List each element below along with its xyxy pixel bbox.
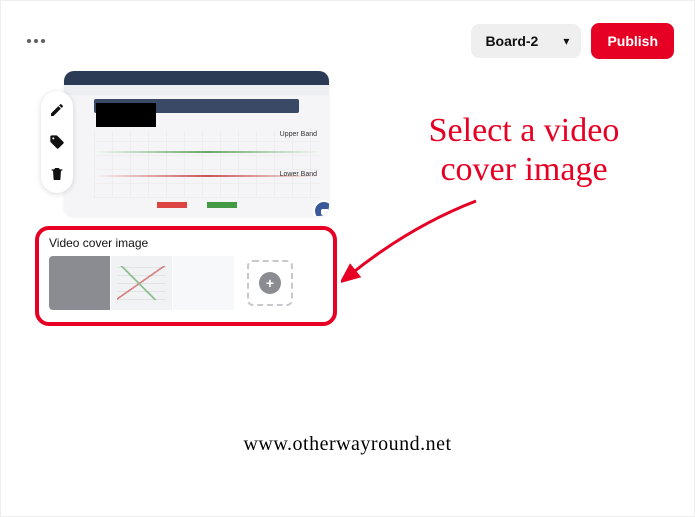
plus-icon: + (259, 272, 281, 294)
tag-button[interactable] (48, 133, 66, 151)
video-cover-label: Video cover image (49, 236, 323, 250)
topbar: Board-2 Publish (21, 21, 674, 61)
annotation-text: Select a video cover image (414, 111, 634, 189)
edit-button[interactable] (48, 101, 66, 119)
topbar-right: Board-2 Publish (471, 23, 674, 59)
pencil-icon (49, 102, 65, 118)
cover-thumb-2[interactable] (111, 256, 173, 310)
board-select[interactable]: Board-2 (471, 24, 581, 58)
preview-lower-label: Lower Band (280, 171, 317, 178)
editor-area: Upper Band Lower Band (46, 71, 331, 216)
preview-urlbar (64, 85, 329, 95)
delete-button[interactable] (48, 165, 66, 183)
trash-icon (49, 166, 65, 182)
add-cover-button[interactable]: + (247, 260, 293, 306)
preview-chart (94, 131, 321, 198)
preview-footer-stats (70, 202, 323, 212)
cover-thumb-1[interactable] (49, 256, 111, 310)
preview-browser-chrome (64, 71, 329, 85)
annotation-arrow (341, 196, 481, 286)
video-preview[interactable]: Upper Band Lower Band (64, 71, 329, 216)
chat-icon[interactable] (313, 200, 329, 216)
video-cover-section: Video cover image + (35, 226, 337, 326)
more-options-button[interactable] (21, 33, 51, 49)
publish-button[interactable]: Publish (591, 23, 674, 59)
cover-thumbnails: + (49, 256, 323, 310)
board-select-wrap: Board-2 (471, 24, 581, 58)
tag-icon (49, 134, 65, 150)
cover-thumb-3[interactable] (173, 256, 235, 310)
preview-upper-label: Upper Band (280, 131, 317, 138)
watermark: www.otherwayround.net (243, 433, 451, 456)
side-toolbar (41, 91, 73, 193)
preview-logo-block (96, 103, 156, 127)
page-container: Board-2 Publish Upper Band Lower Band (0, 0, 695, 517)
